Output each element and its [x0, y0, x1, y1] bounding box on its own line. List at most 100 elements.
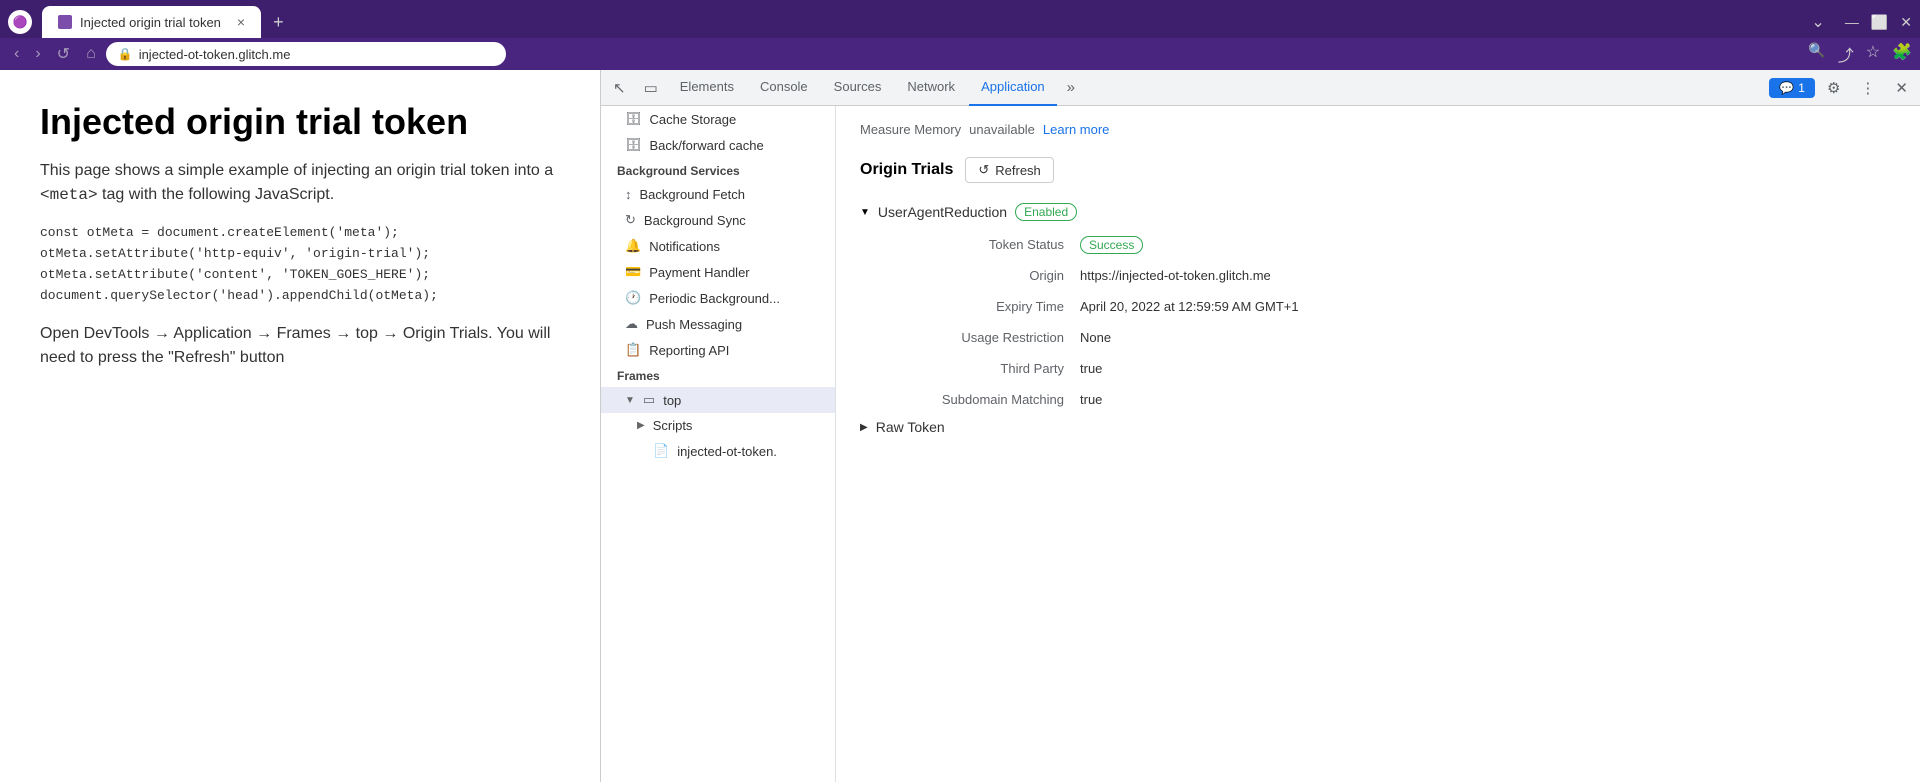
- periodic-bg-icon: 🕐: [625, 290, 641, 306]
- sidebar-item-file[interactable]: 📄 injected-ot-token.: [601, 438, 835, 464]
- settings-icon: ⚙: [1827, 79, 1840, 97]
- origin-label: Origin: [884, 264, 1064, 287]
- sidebar-item-backforward-cache[interactable]: 🗄 Back/forward cache: [601, 132, 835, 158]
- close-icon: ✕: [1895, 79, 1908, 97]
- devtools-body: 🗄 Cache Storage 🗄 Back/forward cache Bac…: [601, 106, 1920, 782]
- sidebar-item-payment-handler[interactable]: 💳 Payment Handler: [601, 259, 835, 285]
- tab-console[interactable]: Console: [748, 70, 820, 106]
- code-block: const otMeta = document.createElement('m…: [40, 223, 560, 306]
- trial-details: Token Status Success Origin https://inje…: [884, 233, 1896, 411]
- more-tabs-icon: »: [1067, 79, 1075, 96]
- page-content: Injected origin trial token This page sh…: [0, 70, 600, 782]
- token-status-label: Token Status: [884, 233, 1064, 256]
- active-tab[interactable]: Injected origin trial token ×: [42, 6, 261, 38]
- raw-token-label: Raw Token: [876, 419, 945, 435]
- trial-name: UserAgentReduction: [878, 204, 1007, 220]
- more-options-button[interactable]: ⋮: [1852, 75, 1883, 101]
- forward-button[interactable]: ›: [29, 43, 46, 65]
- notifications-icon: 🔔: [625, 238, 641, 254]
- learn-more-link[interactable]: Learn more: [1043, 122, 1109, 137]
- close-devtools-button[interactable]: ✕: [1887, 75, 1916, 101]
- devtools-sidebar: 🗄 Cache Storage 🗄 Back/forward cache Bac…: [601, 106, 836, 782]
- sidebar-item-bg-fetch[interactable]: ↕ Background Fetch: [601, 182, 835, 207]
- tab-overflow-button[interactable]: ⌄: [1803, 12, 1832, 32]
- trial-section: ▼ UserAgentReduction Enabled Token Statu…: [860, 203, 1896, 435]
- tab-application[interactable]: Application: [969, 70, 1057, 106]
- feedback-icon: 💬: [1779, 81, 1794, 95]
- browser-logo: 🟣: [8, 10, 32, 34]
- tab-network[interactable]: Network: [895, 70, 967, 106]
- close-button[interactable]: ✕: [1900, 14, 1912, 31]
- sidebar-item-notifications[interactable]: 🔔 Notifications: [601, 233, 835, 259]
- trial-enabled-badge: Enabled: [1015, 203, 1077, 221]
- trial-header[interactable]: ▼ UserAgentReduction Enabled: [860, 203, 1896, 221]
- address-text: injected-ot-token.glitch.me: [139, 47, 291, 62]
- frames-label: Frames: [601, 363, 835, 387]
- subdomain-value: true: [1080, 388, 1896, 411]
- origin-trials-header: Origin Trials ↺ Refresh: [860, 157, 1896, 183]
- cache-storage-icon: 🗄: [625, 111, 642, 127]
- measure-memory-row: Measure Memory unavailable Learn more: [860, 122, 1896, 137]
- third-party-label: Third Party: [884, 357, 1064, 380]
- scripts-toggle-icon: ▶: [637, 420, 645, 431]
- reporting-api-icon: 📋: [625, 342, 641, 358]
- raw-token-row[interactable]: ▶ Raw Token: [860, 419, 1896, 435]
- feedback-button[interactable]: 💬 1: [1769, 78, 1815, 98]
- page-title: Injected origin trial token: [40, 100, 560, 143]
- sidebar-item-cache-storage[interactable]: 🗄 Cache Storage: [601, 106, 835, 132]
- back-button[interactable]: ‹: [8, 43, 25, 65]
- sidebar-item-push-messaging[interactable]: ☁ Push Messaging: [601, 311, 835, 337]
- sidebar-item-scripts[interactable]: ▶ Scripts: [601, 413, 835, 438]
- usage-label: Usage Restriction: [884, 326, 1064, 349]
- settings-button[interactable]: ⚙: [1819, 75, 1848, 101]
- token-status-value: Success: [1080, 233, 1896, 256]
- tab-sources[interactable]: Sources: [822, 70, 894, 106]
- minimize-button[interactable]: —: [1845, 14, 1859, 31]
- trial-expand-icon: ▼: [860, 207, 870, 218]
- sidebar-item-frames-top[interactable]: ▼ ▭ top: [601, 387, 835, 413]
- measure-memory-status: unavailable: [969, 122, 1035, 137]
- bookmark-button[interactable]: ☆: [1866, 42, 1880, 66]
- more-icon: ⋮: [1860, 79, 1875, 97]
- token-status-badge: Success: [1080, 236, 1143, 254]
- backforward-icon: 🗄: [625, 137, 642, 153]
- top-toggle-icon: ▼: [625, 395, 635, 406]
- file-icon: 📄: [653, 443, 669, 459]
- page-description: This page shows a simple example of inje…: [40, 159, 560, 207]
- origin-trials-title: Origin Trials: [860, 161, 953, 179]
- refresh-button[interactable]: ↺ Refresh: [965, 157, 1053, 183]
- tab-close-button[interactable]: ×: [237, 14, 245, 30]
- payment-handler-icon: 💳: [625, 264, 641, 280]
- sidebar-item-periodic-bg[interactable]: 🕐 Periodic Background...: [601, 285, 835, 311]
- frame-icon: ▭: [643, 392, 655, 408]
- address-bar[interactable]: 🔒 injected-ot-token.glitch.me: [106, 42, 506, 66]
- device-tool-button[interactable]: ▭: [636, 75, 666, 101]
- restore-button[interactable]: ⬜: [1871, 14, 1888, 31]
- more-tabs-button[interactable]: »: [1059, 75, 1083, 100]
- measure-memory-label: Measure Memory: [860, 122, 961, 137]
- sidebar-item-bg-sync[interactable]: ↻ Background Sync: [601, 207, 835, 233]
- new-tab-button[interactable]: +: [265, 12, 292, 33]
- devtools-toolbar: ↖ ▭ Elements Console Sources Network App…: [601, 70, 1920, 106]
- tab-title: Injected origin trial token: [80, 15, 221, 30]
- expiry-value: April 20, 2022 at 12:59:59 AM GMT+1: [1080, 295, 1896, 318]
- third-party-value: true: [1080, 357, 1896, 380]
- sidebar-item-reporting-api[interactable]: 📋 Reporting API: [601, 337, 835, 363]
- share-button[interactable]: ⤴: [1838, 42, 1854, 66]
- tab-elements[interactable]: Elements: [668, 70, 746, 106]
- toolbar-right: 💬 1 ⚙ ⋮ ✕: [1769, 75, 1916, 101]
- zoom-button[interactable]: 🔍: [1808, 42, 1825, 66]
- cursor-icon: ↖: [613, 79, 626, 97]
- bg-fetch-icon: ↕: [625, 187, 632, 202]
- refresh-button[interactable]: ↺: [51, 42, 76, 66]
- expiry-label: Expiry Time: [884, 295, 1064, 318]
- home-button[interactable]: ⌂: [80, 43, 102, 65]
- subdomain-label: Subdomain Matching: [884, 388, 1064, 411]
- page-footer: Open DevTools → Application → Frames → t…: [40, 322, 560, 370]
- raw-token-expand-icon: ▶: [860, 422, 868, 433]
- background-services-label: Background Services: [601, 158, 835, 182]
- cursor-tool-button[interactable]: ↖: [605, 75, 634, 101]
- extension-button[interactable]: 🧩: [1892, 42, 1912, 66]
- bg-sync-icon: ↻: [625, 212, 636, 228]
- origin-value: https://injected-ot-token.glitch.me: [1080, 264, 1896, 287]
